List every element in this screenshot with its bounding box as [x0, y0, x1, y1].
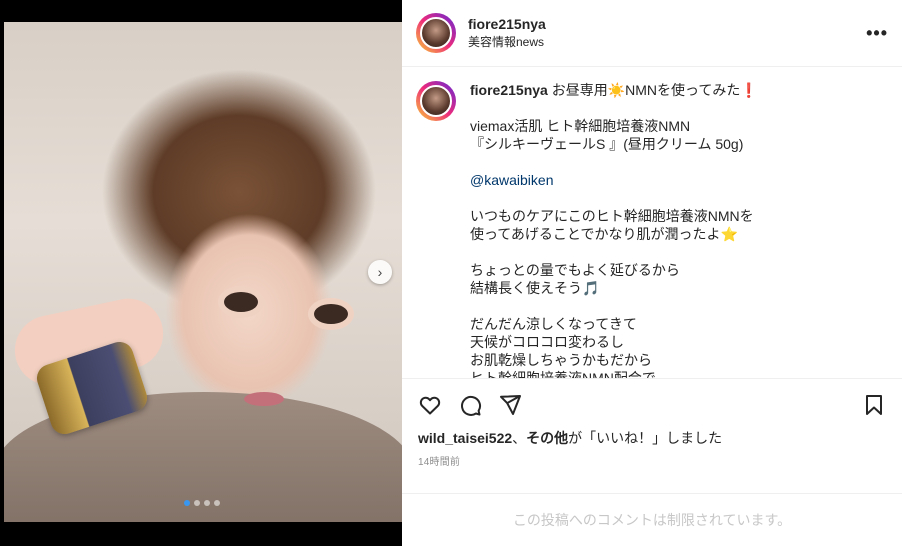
heart-icon[interactable] — [418, 393, 442, 417]
likes-others-link[interactable]: その他 — [526, 430, 568, 446]
caption-first-line: お昼専用☀️NMNを使ってみた❗️ — [547, 82, 758, 98]
caption-line: 結構長く使えそう🎵 — [470, 280, 600, 296]
caption-line: いつものケアにこのヒト幹細胞培養液NMNを — [470, 208, 754, 224]
carousel-next-button[interactable]: › — [368, 260, 392, 284]
caption-line: 天候がコロコロ変わるし — [470, 334, 624, 350]
caption-line: ちょっとの量でもよく延びるから — [470, 262, 680, 278]
photo-lips — [244, 392, 284, 406]
author-username[interactable]: fiore215nya — [468, 15, 546, 33]
comments-disabled-notice: この投稿へのコメントは制限されています。 — [402, 493, 902, 546]
post-photo[interactable] — [4, 22, 402, 522]
caption-line — [470, 297, 758, 315]
bookmark-icon[interactable] — [862, 393, 886, 417]
action-bar — [402, 379, 902, 431]
comment-icon[interactable] — [458, 393, 482, 417]
caption-avatar[interactable] — [416, 81, 456, 121]
post-location[interactable]: 美容情報news — [468, 33, 546, 51]
carousel-dot — [214, 500, 220, 506]
likes-suffix: が「いいね！」しました — [568, 430, 723, 446]
photo-eye-left — [224, 292, 258, 312]
caption-line: ヒト幹細胞培養液NMN配合で — [470, 370, 656, 379]
send-icon[interactable] — [498, 393, 522, 417]
caption-text: fiore215nya お昼専用☀️NMNを使ってみた❗️ viemax活肌 ヒ… — [470, 81, 758, 378]
author-avatar[interactable] — [416, 13, 456, 53]
caption-line: だんだん涼しくなってきて — [470, 316, 637, 332]
instagram-post-modal: › fiore215nya 美容情報news ••• fiore215nya お… — [0, 0, 902, 546]
carousel-dot — [184, 500, 190, 506]
more-horizontal-icon[interactable]: ••• — [866, 23, 888, 44]
caption-line — [470, 99, 758, 117]
caption-area: fiore215nya お昼専用☀️NMNを使ってみた❗️ viemax活肌 ヒ… — [402, 67, 902, 379]
post-side-panel: fiore215nya 美容情報news ••• fiore215nya お昼専… — [402, 0, 902, 546]
caption-line — [470, 153, 758, 171]
media-area: › — [0, 0, 402, 546]
post-timestamp[interactable]: 14時間前 — [402, 447, 902, 468]
caption-line — [470, 243, 758, 261]
caption-line: viemax活肌 ヒト幹細胞培養液NMN — [470, 118, 691, 134]
chevron-right-icon: › — [377, 264, 383, 280]
likes-summary: wild_taisei522、その他が「いいね！」しました — [402, 429, 902, 447]
carousel-dots — [184, 500, 220, 506]
caption-line: 『シルキーヴェールS 』(昼用クリーム 50g) — [470, 136, 744, 152]
mention-link[interactable]: @kawaibiken — [470, 171, 758, 189]
caption-line: お肌乾燥しちゃうかもだから — [470, 352, 652, 368]
caption-username[interactable]: fiore215nya — [470, 82, 548, 98]
carousel-dot — [204, 500, 210, 506]
likes-separator: 、 — [512, 430, 527, 446]
photo-eye-right — [314, 304, 348, 324]
carousel-dot — [194, 500, 200, 506]
caption-line: 使ってあげることでかなり肌が潤ったよ⭐ — [470, 226, 738, 242]
post-header: fiore215nya 美容情報news ••• — [402, 0, 902, 67]
liker-username[interactable]: wild_taisei522 — [418, 430, 512, 446]
caption-line — [470, 189, 758, 207]
